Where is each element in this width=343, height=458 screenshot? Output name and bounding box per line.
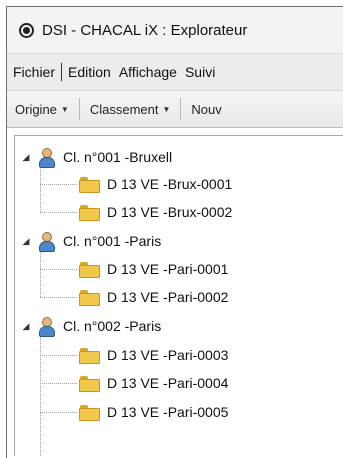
menu-suivi[interactable]: Suivi xyxy=(181,64,219,80)
tree-group[interactable]: ◢ Cl. n°002 -Paris xyxy=(21,312,161,340)
item-label: D 13 VE -Pari-0002 xyxy=(107,289,229,305)
tree-view[interactable]: ◢ Cl. n°001 -Bruxell D 13 VE -Brux-0001 … xyxy=(14,135,343,456)
tree-item[interactable]: D 13 VE -Pari-0002 xyxy=(79,283,228,311)
collapse-triangle-icon[interactable]: ◢ xyxy=(21,236,31,247)
tree-connector xyxy=(40,355,77,356)
tree-connector xyxy=(40,412,77,413)
tree-item[interactable]: D 13 VE -Pari-0001 xyxy=(79,255,228,283)
menu-affichage[interactable]: Affichage xyxy=(115,64,181,80)
caret-down-icon: ▼ xyxy=(162,104,171,114)
item-label: D 13 VE -Brux-0002 xyxy=(107,204,233,220)
tree-connector xyxy=(40,297,77,298)
tree-item[interactable]: D 13 VE -Brux-0001 xyxy=(79,170,232,198)
title-bar: DSI - CHACAL iX : Explorateur xyxy=(7,7,343,54)
origine-label: Origine xyxy=(15,101,57,117)
item-label: D 13 VE -Brux-0001 xyxy=(107,176,233,192)
window-title: DSI - CHACAL iX : Explorateur xyxy=(42,21,248,39)
collapse-triangle-icon[interactable]: ◢ xyxy=(21,321,31,332)
tree-item[interactable]: D 13 VE -Pari-0005 xyxy=(79,398,228,426)
folder-icon xyxy=(79,375,100,392)
user-icon xyxy=(37,147,55,168)
group-label: Cl. n°002 -Paris xyxy=(63,318,162,334)
item-label: D 13 VE -Pari-0001 xyxy=(107,261,229,277)
group-label: Cl. n°001 -Bruxell xyxy=(63,149,173,165)
caret-down-icon: ▼ xyxy=(60,104,69,114)
toolbar: Origine ▼ Classement ▼ Nouv xyxy=(7,91,343,128)
menu-fichier[interactable]: Fichier xyxy=(9,64,59,80)
item-label: D 13 VE -Pari-0003 xyxy=(107,347,229,363)
folder-icon xyxy=(79,176,100,193)
folder-icon xyxy=(79,347,100,364)
item-label: D 13 VE -Pari-0004 xyxy=(107,375,229,391)
tree-item[interactable]: D 13 VE -Pari-0003 xyxy=(79,341,228,369)
group-label: Cl. n°001 -Paris xyxy=(63,233,162,249)
tree-connector xyxy=(40,332,41,456)
classement-label: Classement xyxy=(89,101,159,117)
folder-icon xyxy=(79,289,100,306)
folder-icon xyxy=(79,404,100,421)
tree-group[interactable]: ◢ Cl. n°001 -Bruxell xyxy=(21,143,172,171)
tree-group[interactable]: ◢ Cl. n°001 -Paris xyxy=(21,227,161,255)
folder-icon xyxy=(79,204,100,221)
folder-icon xyxy=(79,261,100,278)
toolbar-separator xyxy=(78,98,80,120)
origine-dropdown[interactable]: Origine ▼ xyxy=(15,102,69,117)
user-icon xyxy=(37,316,55,337)
collapse-triangle-icon[interactable]: ◢ xyxy=(21,152,31,163)
menu-separator xyxy=(61,63,63,81)
menu-edition[interactable]: Edition xyxy=(64,64,115,80)
nouveau-button[interactable]: Nouv xyxy=(191,102,221,117)
tree-connector xyxy=(40,184,77,185)
tree-connector xyxy=(40,269,77,270)
tree-connector xyxy=(40,212,77,213)
tree-connector xyxy=(40,383,77,384)
item-label: D 13 VE -Pari-0005 xyxy=(107,404,229,420)
tree-item[interactable]: D 13 VE -Brux-0002 xyxy=(79,198,232,226)
toolbar-separator xyxy=(180,98,182,120)
nouveau-label: Nouv xyxy=(191,101,222,117)
menu-bar: Fichier Edition Affichage Suivi xyxy=(7,54,343,91)
app-icon xyxy=(19,22,34,38)
user-icon xyxy=(37,231,55,252)
classement-dropdown[interactable]: Classement ▼ xyxy=(90,102,171,117)
tree-item[interactable]: D 13 VE -Pari-0004 xyxy=(79,369,228,397)
